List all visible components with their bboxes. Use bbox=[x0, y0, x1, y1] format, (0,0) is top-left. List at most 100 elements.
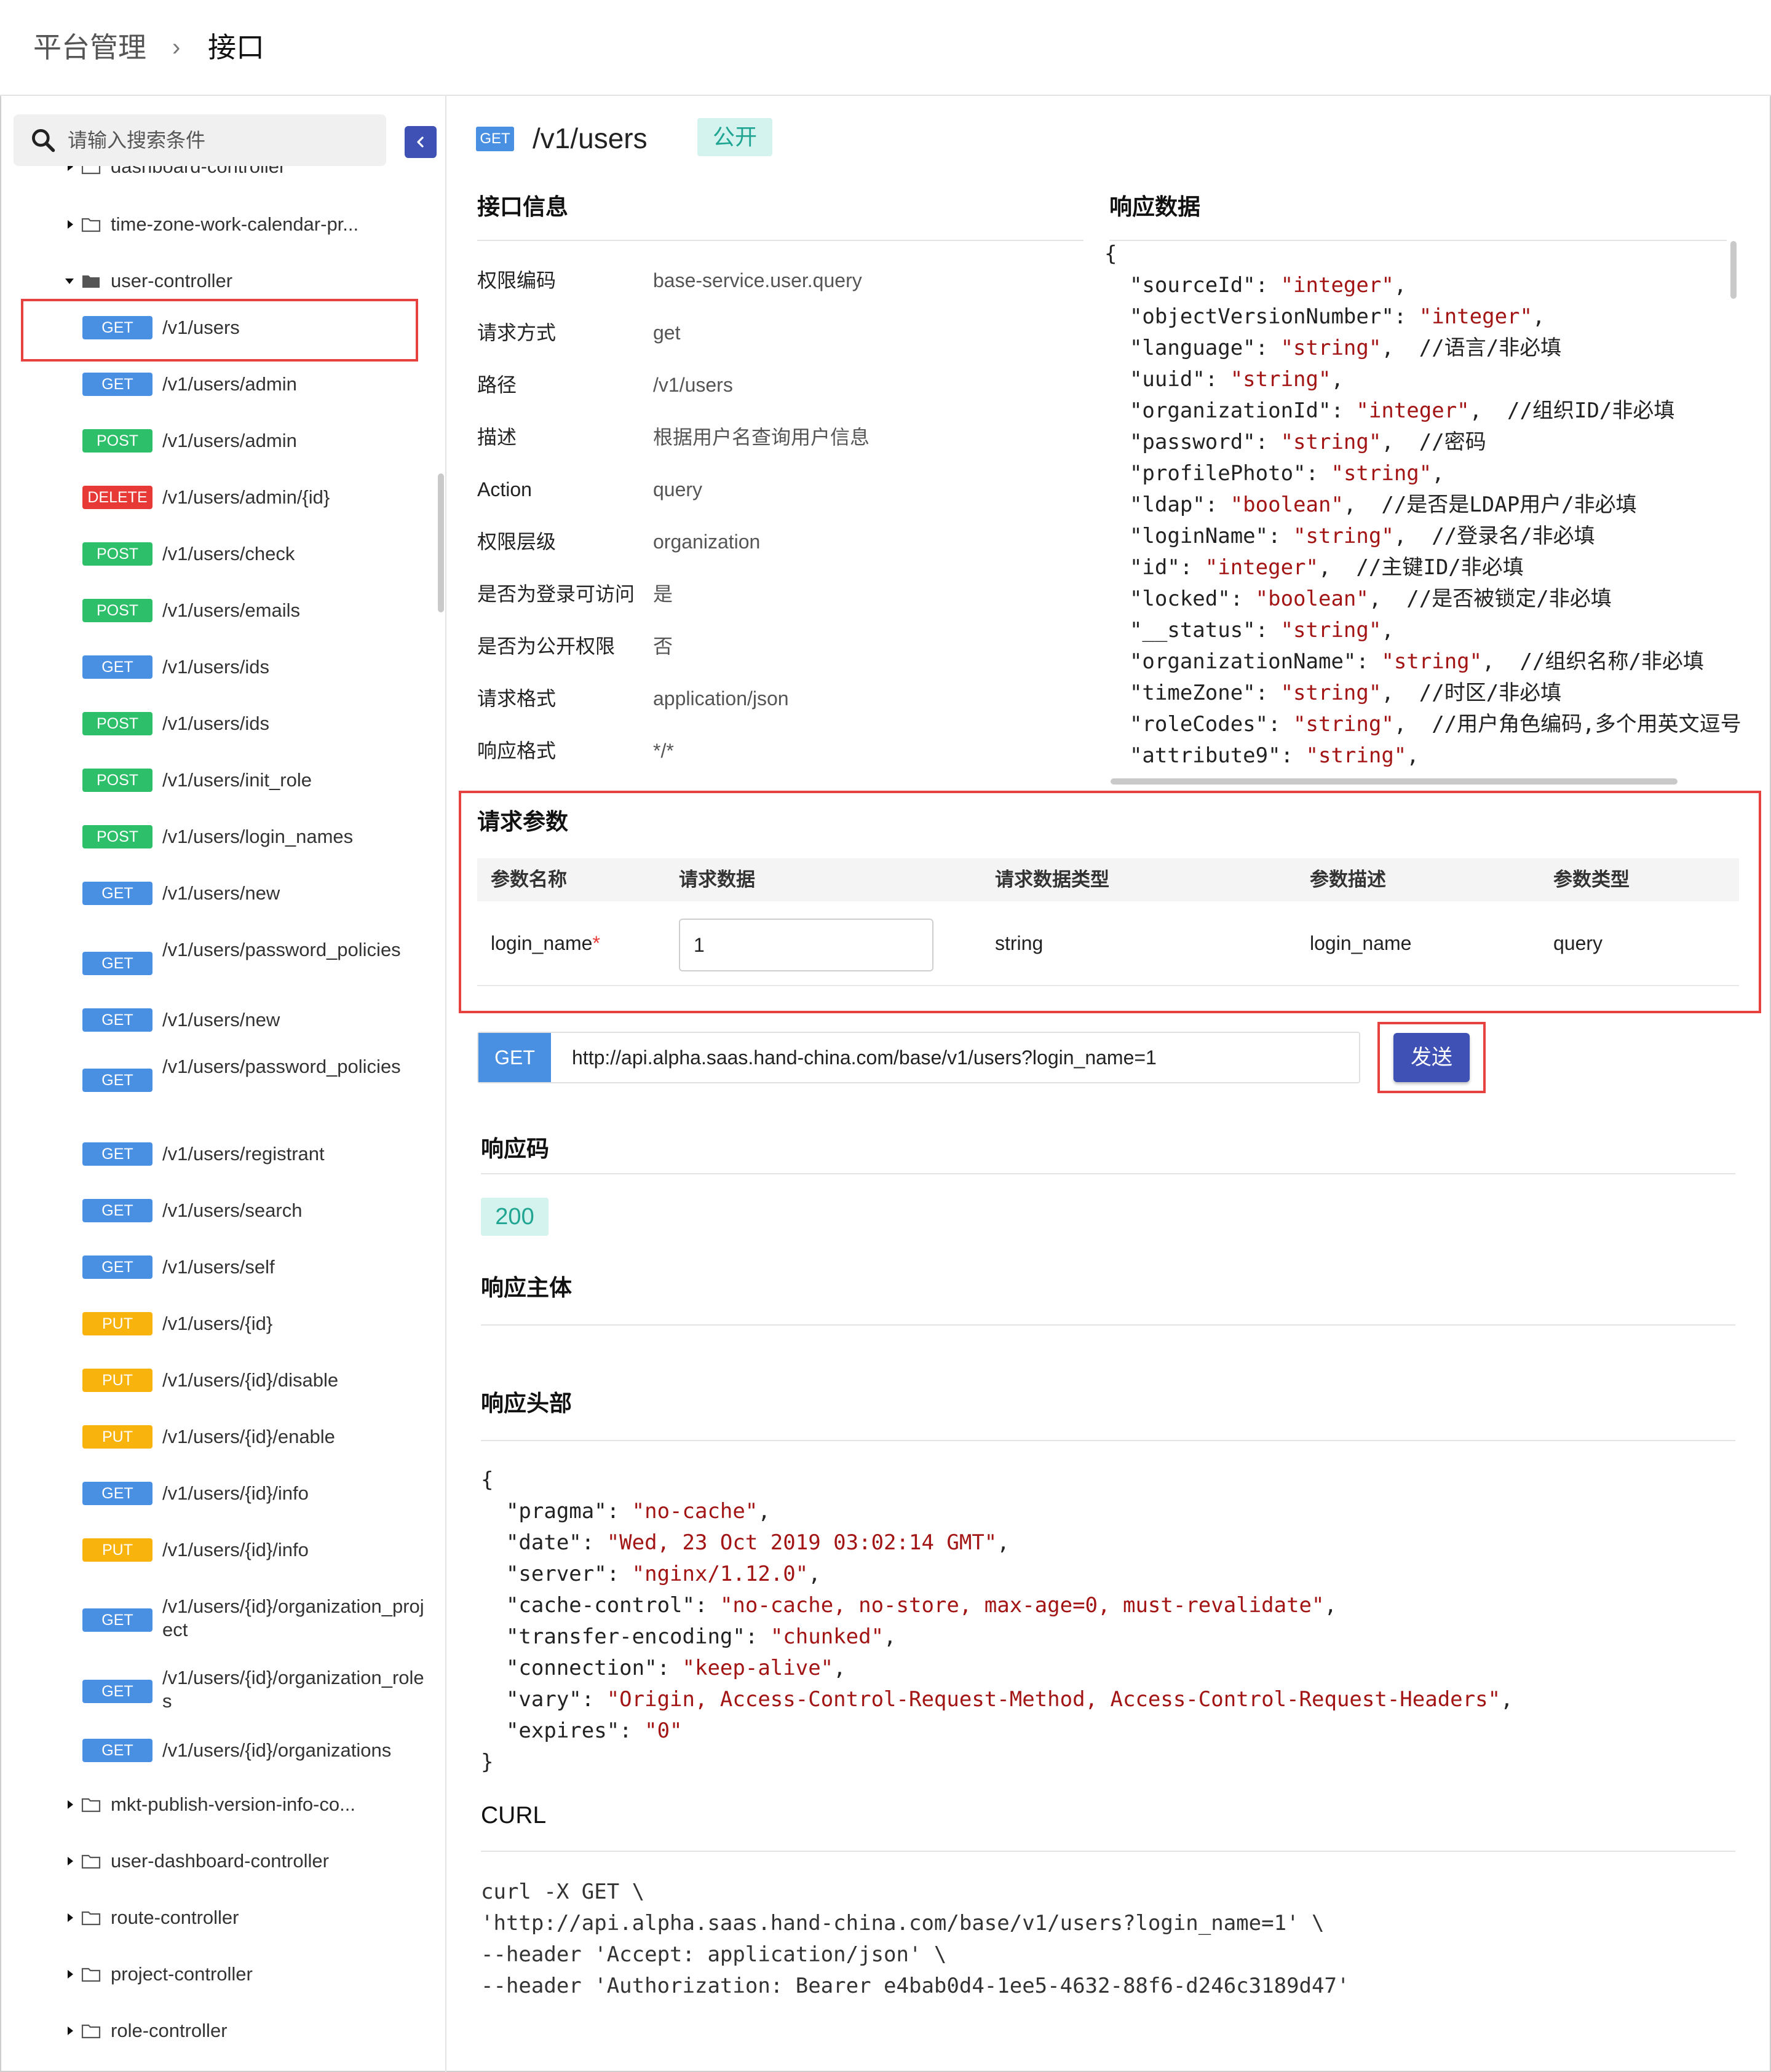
json-line: "attribute9": "string", bbox=[1104, 743, 1419, 768]
json-line: "__status": "string", bbox=[1104, 618, 1394, 643]
json-value: "string" bbox=[1280, 618, 1382, 643]
info-key: 请求方式 bbox=[477, 322, 557, 344]
search-icon bbox=[32, 129, 55, 152]
response-headers-title: 响应头部 bbox=[481, 1391, 572, 1416]
method-badge: GET bbox=[82, 1199, 153, 1222]
caret-down-icon bbox=[65, 279, 74, 284]
json-value: "string" bbox=[1293, 524, 1394, 548]
json-line: "loginName": "string", //登录名/非必填 bbox=[1104, 524, 1595, 548]
folder-icon bbox=[81, 218, 101, 232]
api-method-badge: GET bbox=[476, 127, 514, 151]
folder-icon bbox=[81, 1798, 101, 1813]
response-data-code: { "sourceId": "integer", "objectVersionN… bbox=[1104, 239, 1750, 772]
json-comment: , //主键ID/非必填 bbox=[1318, 555, 1524, 580]
sidebar-scrollbar[interactable] bbox=[438, 473, 444, 612]
json-comment: , bbox=[758, 1499, 771, 1524]
col-request-value: 请求数据 bbox=[679, 869, 755, 890]
caret-right-icon bbox=[68, 1800, 73, 1809]
send-button[interactable]: 发送 bbox=[1393, 1033, 1470, 1082]
api-path-label: /v1/users/{id}/organization_roles bbox=[162, 1667, 424, 1712]
json-value: "chunked" bbox=[770, 1624, 884, 1649]
api-path-label: /v1/users/ids bbox=[162, 713, 270, 734]
json-line: "locked": "boolean", //是否被锁定/非必填 bbox=[1104, 587, 1612, 611]
json-value: "string" bbox=[1280, 336, 1382, 360]
response-data-viewer[interactable]: { "sourceId": "integer", "objectVersionN… bbox=[1104, 239, 1750, 783]
method-badge: DELETE bbox=[82, 486, 153, 509]
response-data-vscroll[interactable] bbox=[1730, 241, 1737, 299]
caret-right-icon bbox=[68, 1913, 73, 1922]
caret-right-icon bbox=[68, 220, 73, 229]
json-value: "boolean" bbox=[1255, 587, 1369, 611]
api-path-label: /v1/users/password_policies bbox=[162, 1056, 401, 1077]
json-line: "uuid": "string", bbox=[1104, 367, 1344, 392]
json-line: "organizationId": "integer", //组织ID/非必填 bbox=[1104, 398, 1674, 423]
folder-label: project-controller bbox=[111, 1963, 253, 1985]
json-line: "vary": "Origin, Access-Control-Request-… bbox=[481, 1687, 1513, 1712]
json-line: "connection": "keep-alive", bbox=[481, 1656, 846, 1680]
param-value-input[interactable]: 1 bbox=[679, 919, 933, 971]
folder-label: user-controller bbox=[111, 270, 233, 291]
method-badge: POST bbox=[82, 599, 153, 622]
json-comment: , bbox=[884, 1624, 897, 1649]
json-key: "attribute9": bbox=[1104, 743, 1306, 768]
json-key: "connection": bbox=[481, 1656, 683, 1680]
json-key: "organizationId": bbox=[1104, 398, 1357, 423]
search-input[interactable]: 请输入搜索条件 bbox=[68, 127, 205, 154]
top-header: 平台管理 › 接口 bbox=[0, 0, 1771, 96]
breadcrumb-separator-icon: › bbox=[172, 34, 181, 61]
json-value: "string" bbox=[1280, 430, 1382, 454]
json-value: "integer" bbox=[1356, 398, 1470, 423]
api-path-label: /v1/users/admin/{id} bbox=[162, 486, 330, 508]
api-path-label: /v1/users/init_role bbox=[162, 769, 312, 791]
json-value: "string" bbox=[1280, 681, 1382, 705]
chevron-left-icon bbox=[417, 136, 424, 148]
method-badge: GET bbox=[82, 1008, 153, 1032]
search-box[interactable]: 请输入搜索条件 bbox=[14, 114, 386, 166]
divider bbox=[481, 1851, 1735, 1852]
json-value: "boolean" bbox=[1230, 492, 1344, 517]
info-value: organization bbox=[653, 531, 761, 553]
api-path-label: /v1/users/search bbox=[162, 1200, 303, 1221]
method-badge: POST bbox=[82, 712, 153, 735]
info-key: Action bbox=[477, 478, 532, 500]
visibility-tag: 公开 bbox=[697, 118, 772, 156]
info-value: 是 bbox=[653, 583, 673, 605]
caret-right-icon bbox=[68, 1970, 73, 1979]
json-key: "objectVersionNumber": bbox=[1104, 304, 1419, 329]
info-key: 响应格式 bbox=[477, 740, 557, 762]
request-url-input[interactable]: http://api.alpha.saas.hand-china.com/bas… bbox=[572, 1033, 1157, 1082]
json-key: "loginName": bbox=[1104, 524, 1294, 548]
api-path-label: /v1/users/login_names bbox=[162, 826, 354, 847]
api-path-label: /v1/users/password_policies bbox=[162, 939, 401, 960]
col-param-name: 参数名称 bbox=[491, 869, 567, 890]
json-key: "sourceId": bbox=[1104, 273, 1281, 298]
json-comment: , bbox=[808, 1562, 821, 1586]
folder-label: user-dashboard-controller bbox=[111, 1850, 329, 1872]
response-data-hscroll[interactable] bbox=[1111, 778, 1678, 785]
json-line: "language": "string", //语言/非必填 bbox=[1104, 336, 1561, 360]
param-name: login_name bbox=[491, 932, 593, 954]
json-line: "server": "nginx/1.12.0", bbox=[481, 1562, 821, 1586]
breadcrumb-parent[interactable]: 平台管理 bbox=[33, 28, 146, 66]
method-badge: GET bbox=[82, 655, 153, 679]
breadcrumb-current: 接口 bbox=[208, 31, 264, 63]
api-path-label: /v1/users/self bbox=[162, 1256, 275, 1278]
json-line: "transfer-encoding": "chunked", bbox=[481, 1624, 897, 1649]
json-comment: , //用户角色编码,多个用英文逗号 bbox=[1393, 712, 1741, 737]
curl-line: curl -X GET \ bbox=[481, 1880, 645, 1904]
divider bbox=[477, 985, 1739, 986]
param-data-type: string bbox=[995, 932, 1044, 954]
json-value: "string" bbox=[1331, 461, 1432, 486]
json-line: "password": "string", //密码 bbox=[1104, 430, 1486, 454]
json-line: "pragma": "no-cache", bbox=[481, 1499, 771, 1524]
json-key: "vary": bbox=[481, 1687, 607, 1712]
json-comment: , bbox=[833, 1656, 846, 1680]
info-key: 描述 bbox=[477, 426, 517, 448]
json-key: "roleCodes": bbox=[1104, 712, 1294, 737]
collapse-sidebar-button[interactable] bbox=[405, 126, 437, 158]
json-key: "uuid": bbox=[1104, 367, 1230, 392]
info-value: */* bbox=[653, 740, 674, 762]
info-value: get bbox=[653, 322, 681, 344]
method-badge: GET bbox=[82, 1255, 153, 1279]
json-line: "id": "integer", //主键ID/非必填 bbox=[1104, 555, 1524, 580]
